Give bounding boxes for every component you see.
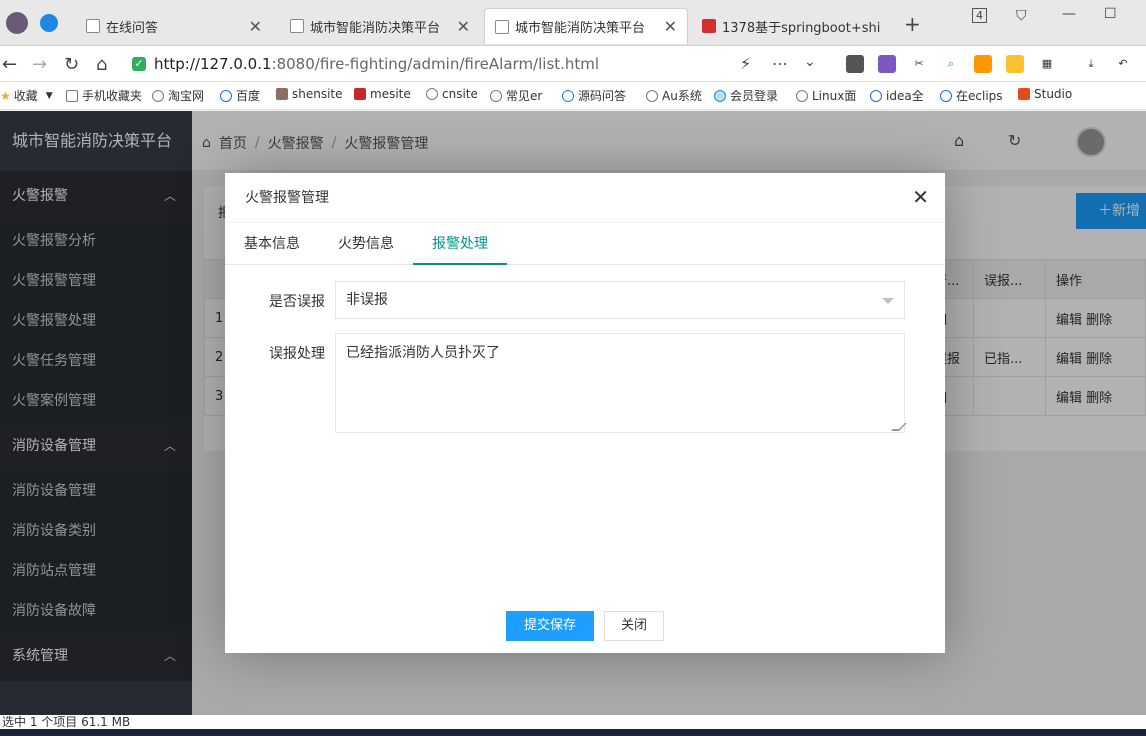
search-ext-icon[interactable]: ⌕	[942, 55, 960, 73]
paw-icon	[220, 89, 232, 102]
bookmark-item[interactable]: 手机收藏夹	[66, 87, 142, 104]
bookmark-item[interactable]: Au系统	[646, 87, 702, 104]
tab-favicon-icon	[290, 19, 304, 33]
taskbar-strip	[0, 729, 1146, 736]
extension-shield-icon[interactable]	[1006, 55, 1024, 73]
tab-label: 在线问答	[106, 20, 159, 36]
shirt-icon[interactable]: ⛉	[1016, 8, 1027, 24]
scissors-icon[interactable]: ✂	[910, 55, 928, 73]
bookmarks-bar: ★ 收藏 ▼ 手机收藏夹 淘宝网 百度 shensite mesite cnsite…	[0, 82, 1146, 110]
globe-icon	[490, 89, 502, 102]
tab-basic-info[interactable]: 基本信息	[225, 224, 319, 265]
extension-game-icon[interactable]	[974, 55, 992, 73]
tab-online-qa[interactable]: 在线问答 ✕	[76, 8, 272, 44]
chevron-down-icon	[882, 298, 894, 304]
tab-count-badge[interactable]: 4	[972, 8, 987, 23]
close-button[interactable]: 关闭	[604, 611, 664, 641]
bookmark-item[interactable]: 源码问答	[562, 87, 626, 104]
profile-avatar[interactable]	[6, 12, 28, 34]
address-bar: ← → ↻ ⌂ ✓ http://127.0.0.1:8080/fire-fig…	[0, 46, 1146, 82]
is-false-alarm-label: 是否误报	[269, 294, 325, 310]
reload-icon[interactable]: ↻	[64, 54, 79, 75]
bookmark-item[interactable]: cnsite	[426, 87, 478, 101]
tab-platform-1[interactable]: 城市智能消防决策平台 ✕	[280, 8, 480, 44]
back-icon[interactable]: ←	[2, 54, 17, 75]
bookmark-item[interactable]: mesite	[354, 87, 411, 101]
undo-icon[interactable]: ↶	[1114, 55, 1132, 73]
globe-icon	[152, 89, 164, 102]
tab-label: 城市智能消防决策平台	[515, 21, 646, 36]
close-icon[interactable]: ✕	[912, 187, 929, 207]
handling-textarea[interactable]: 已经指派消防人员扑灭了	[335, 333, 907, 433]
bookmark-item[interactable]: ★ 收藏 ▼	[0, 87, 53, 104]
apps-grid-icon[interactable]: ▦	[1038, 55, 1056, 73]
extension-reader-icon[interactable]	[846, 55, 864, 73]
bookmark-item[interactable]: Linux面	[796, 87, 856, 104]
bookmark-item[interactable]: idea全	[870, 87, 924, 104]
new-tab-button[interactable]: +	[904, 12, 921, 36]
globe-icon	[796, 89, 808, 102]
bookmark-item[interactable]: Studio	[1018, 87, 1072, 101]
url-host: http://127.0.0.1	[154, 55, 272, 73]
site-icon	[276, 88, 288, 100]
maximize-icon[interactable]: ☐	[1104, 6, 1117, 22]
submit-save-button[interactable]: 提交保存	[506, 611, 594, 641]
tab-favicon-icon	[702, 19, 716, 33]
url-path: :8080/fire-fighting/admin/fireAlarm/list…	[271, 55, 600, 73]
tab-label: 城市智能消防决策平台	[310, 20, 441, 36]
bookmark-item[interactable]: 会员登录	[714, 87, 778, 104]
phone-icon	[66, 89, 78, 102]
download-icon[interactable]: ⤓	[1082, 55, 1100, 73]
tab-platform-active[interactable]: 城市智能消防决策平台 ✕	[484, 8, 688, 44]
close-tab-icon[interactable]: ✕	[239, 17, 262, 36]
globe-icon	[646, 89, 658, 102]
bookmark-item[interactable]: 在eclips	[940, 87, 1003, 104]
tab-springboot[interactable]: 1378基于springboot+shi ✕	[692, 8, 888, 44]
bookmark-item[interactable]: 常见er	[490, 87, 542, 104]
paw-icon	[870, 89, 882, 102]
tab-fire-info[interactable]: 火势信息	[319, 224, 413, 265]
chevron-down-icon[interactable]: ⌄	[804, 54, 816, 70]
tab-alarm-handling[interactable]: 报警处理	[413, 224, 507, 265]
modal-title: 火警报警管理	[225, 173, 945, 223]
is-false-alarm-select[interactable]: 非误报	[335, 281, 905, 319]
resize-handle-icon[interactable]	[891, 423, 907, 431]
lightning-icon[interactable]: ⚡	[740, 54, 751, 73]
tab-label: 1378基于springboot+shi	[722, 20, 881, 36]
bookmark-item[interactable]: 淘宝网	[152, 87, 204, 104]
site-icon	[354, 88, 366, 100]
tab-favicon-icon	[495, 19, 509, 34]
close-tab-icon[interactable]: ✕	[447, 17, 470, 36]
bookmark-item[interactable]: shensite	[276, 87, 343, 101]
alarm-modal: 火警报警管理 ✕ 基本信息 火势信息 报警处理 是否误报 非误报 误报处理 已经…	[225, 173, 945, 653]
url-input[interactable]: ✓ http://127.0.0.1:8080/fire-fighting/ad…	[132, 51, 832, 77]
tab-favicon-icon	[86, 19, 100, 33]
bookmark-item[interactable]: 百度	[220, 87, 260, 104]
close-tab-icon[interactable]: ✕	[880, 17, 888, 36]
paw-icon	[940, 89, 952, 102]
handling-label: 误报处理	[269, 346, 325, 362]
modal-tabs: 基本信息 火势信息 报警处理	[225, 224, 945, 265]
home-icon[interactable]: ⌂	[96, 54, 107, 75]
globe-icon	[426, 88, 438, 100]
site-icon	[1018, 88, 1030, 100]
telegram-icon[interactable]	[40, 14, 58, 32]
browser-tab-bar: 在线问答 ✕ 城市智能消防决策平台 ✕ 城市智能消防决策平台 ✕ 1378基于s…	[0, 0, 1146, 46]
forward-icon[interactable]: →	[32, 54, 47, 75]
close-tab-icon[interactable]: ✕	[654, 17, 677, 36]
more-icon[interactable]: ⋯	[772, 54, 788, 73]
extension-translate-icon[interactable]	[878, 55, 896, 73]
cloud-icon	[714, 89, 726, 102]
site-icon	[562, 89, 574, 102]
star-icon: ★	[0, 88, 11, 103]
secure-shield-icon: ✓	[132, 57, 146, 71]
minimize-icon[interactable]: —	[1062, 6, 1076, 22]
